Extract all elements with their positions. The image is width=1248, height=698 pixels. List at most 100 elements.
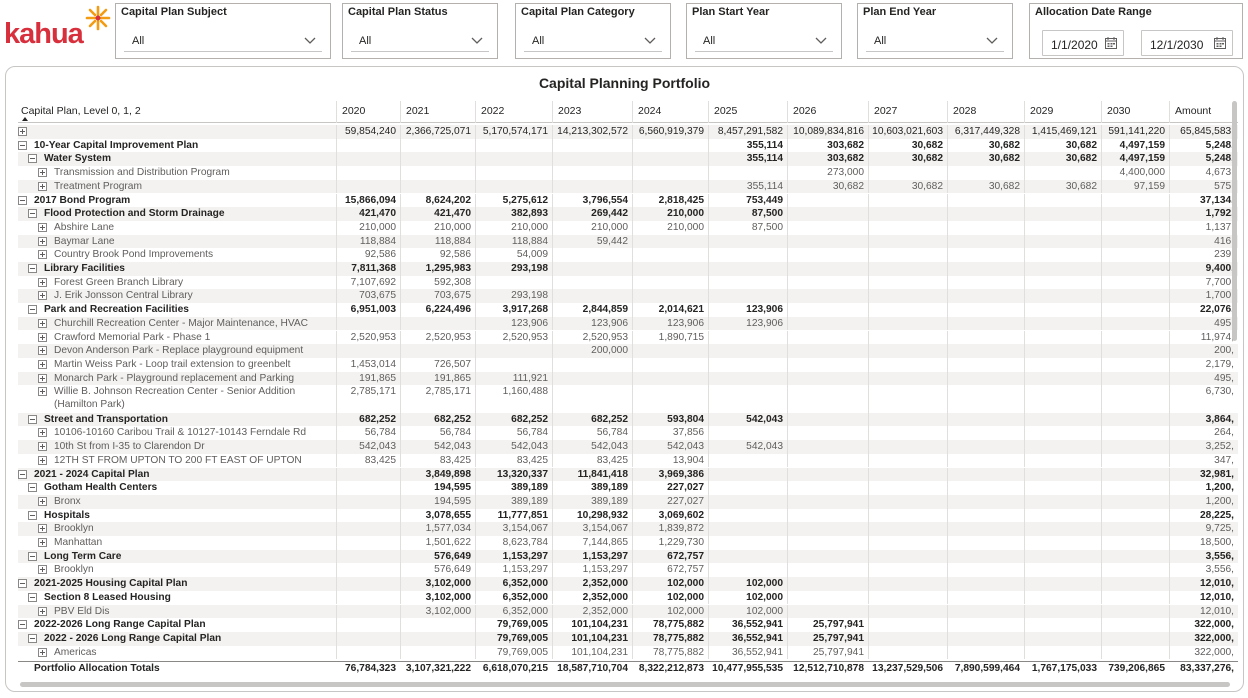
value-cell: 37,134,: [1169, 193, 1238, 208]
expand-icon[interactable]: [38, 428, 47, 438]
value-cell: [708, 330, 787, 345]
value-cell: 2,366,725,071: [400, 125, 475, 139]
collapse-icon[interactable]: [28, 414, 37, 424]
collapse-icon[interactable]: [28, 305, 37, 315]
value-cell: 30,682: [868, 138, 947, 153]
value-cell: [708, 536, 787, 550]
value-cell: [400, 645, 475, 660]
expand-icon[interactable]: [38, 387, 47, 397]
value-cell: [868, 316, 947, 331]
value-cell: [708, 494, 787, 509]
expand-icon[interactable]: [38, 373, 47, 383]
collapse-icon[interactable]: [28, 592, 37, 602]
column-header[interactable]: 2030: [1101, 101, 1169, 123]
kahua-logo: kahua: [4, 4, 112, 52]
start-date-input[interactable]: 1/1/2020: [1042, 30, 1124, 56]
calendar-icon[interactable]: [1105, 37, 1117, 49]
column-header[interactable]: 2021: [400, 101, 475, 123]
value-cell: [400, 631, 475, 646]
slicer-capital-plan-category: Capital Plan Category All: [515, 3, 671, 59]
plan-start-year-dropdown[interactable]: All: [695, 30, 833, 52]
collapse-icon[interactable]: [28, 633, 37, 643]
value-cell: [336, 536, 400, 550]
column-header[interactable]: 2027: [868, 101, 947, 123]
value-cell: [868, 289, 947, 304]
value-cell: [1024, 262, 1101, 276]
column-header[interactable]: 2023: [552, 101, 632, 123]
expand-icon[interactable]: [38, 455, 47, 465]
value-cell: 18,500,: [1169, 536, 1238, 550]
capital-plan-category-dropdown[interactable]: All: [524, 30, 662, 52]
value-cell: 1,200,: [1169, 494, 1238, 509]
expand-icon[interactable]: [38, 222, 47, 232]
expand-icon[interactable]: [38, 277, 47, 287]
collapse-icon[interactable]: [28, 264, 37, 273]
value-cell: 6,224,496: [400, 303, 475, 317]
value-cell: [1024, 508, 1101, 523]
value-cell: [1024, 385, 1101, 413]
vertical-scrollbar[interactable]: [1232, 101, 1237, 341]
capital-plan-status-dropdown[interactable]: All: [351, 30, 489, 52]
value-cell: [1101, 494, 1169, 509]
expand-icon[interactable]: [38, 647, 47, 657]
expand-icon[interactable]: [38, 250, 47, 260]
value-cell: [632, 289, 708, 304]
collapse-icon[interactable]: [18, 469, 27, 479]
value-cell: 4,400,000: [1101, 166, 1169, 180]
expand-icon[interactable]: [38, 236, 47, 246]
row-header-label[interactable]: Capital Plan, Level 0, 1, 2: [18, 101, 336, 123]
value-cell: 9,725,: [1169, 522, 1238, 536]
plan-end-year-dropdown[interactable]: All: [866, 30, 1004, 52]
expand-icon[interactable]: [38, 538, 47, 547]
collapse-icon[interactable]: [28, 483, 37, 493]
value-cell: [868, 166, 947, 180]
column-header[interactable]: 2022: [475, 101, 552, 123]
collapse-icon[interactable]: [28, 209, 37, 219]
expand-icon[interactable]: [38, 291, 47, 301]
calendar-icon[interactable]: [1214, 37, 1226, 49]
expand-icon[interactable]: [38, 332, 47, 342]
value-cell: [787, 275, 868, 290]
column-header[interactable]: Amount: [1169, 101, 1238, 123]
value-cell: 5,275,612: [475, 193, 552, 208]
collapse-icon[interactable]: [18, 620, 27, 630]
expand-icon[interactable]: [38, 168, 47, 178]
expand-icon[interactable]: [38, 565, 47, 575]
value-cell: [868, 522, 947, 536]
expand-icon[interactable]: [38, 346, 47, 356]
column-header[interactable]: 2020: [336, 101, 400, 123]
expand-icon[interactable]: [38, 496, 47, 506]
value-cell: [868, 618, 947, 632]
expand-icon[interactable]: [38, 181, 47, 191]
expand-icon[interactable]: [38, 318, 47, 328]
expand-icon[interactable]: [38, 359, 47, 369]
value-cell: 2,520,953: [400, 330, 475, 345]
column-header[interactable]: 2028: [947, 101, 1024, 123]
table-row: Country Brook Pond Improvements 92,586 92,…: [18, 248, 1238, 262]
expand-icon[interactable]: [38, 442, 47, 452]
collapse-icon[interactable]: [28, 551, 37, 561]
column-header[interactable]: 2025: [708, 101, 787, 123]
value-cell: 355,114: [708, 179, 787, 194]
collapse-icon[interactable]: [28, 154, 37, 164]
collapse-icon[interactable]: [28, 510, 37, 520]
value-cell: [336, 508, 400, 523]
value-cell: [787, 289, 868, 304]
expand-icon[interactable]: [18, 127, 27, 136]
value-cell: 239,: [1169, 248, 1238, 262]
end-date-input[interactable]: 12/1/2030: [1141, 30, 1233, 56]
horizontal-scrollbar[interactable]: [20, 682, 1230, 687]
expand-icon[interactable]: [38, 524, 47, 534]
value-cell: 3,154,067: [475, 522, 552, 536]
collapse-icon[interactable]: [18, 579, 27, 589]
value-cell: [787, 316, 868, 331]
capital-plan-subject-dropdown[interactable]: All: [124, 30, 322, 52]
column-header[interactable]: 2029: [1024, 101, 1101, 123]
column-header[interactable]: 2026: [787, 101, 868, 123]
value-cell: 542,043: [400, 440, 475, 454]
column-header[interactable]: 2024: [632, 101, 708, 123]
collapse-icon[interactable]: [18, 140, 27, 150]
row-label: Devon Anderson Park - Replace playground…: [54, 345, 304, 357]
collapse-icon[interactable]: [18, 195, 27, 205]
expand-icon[interactable]: [38, 606, 47, 616]
